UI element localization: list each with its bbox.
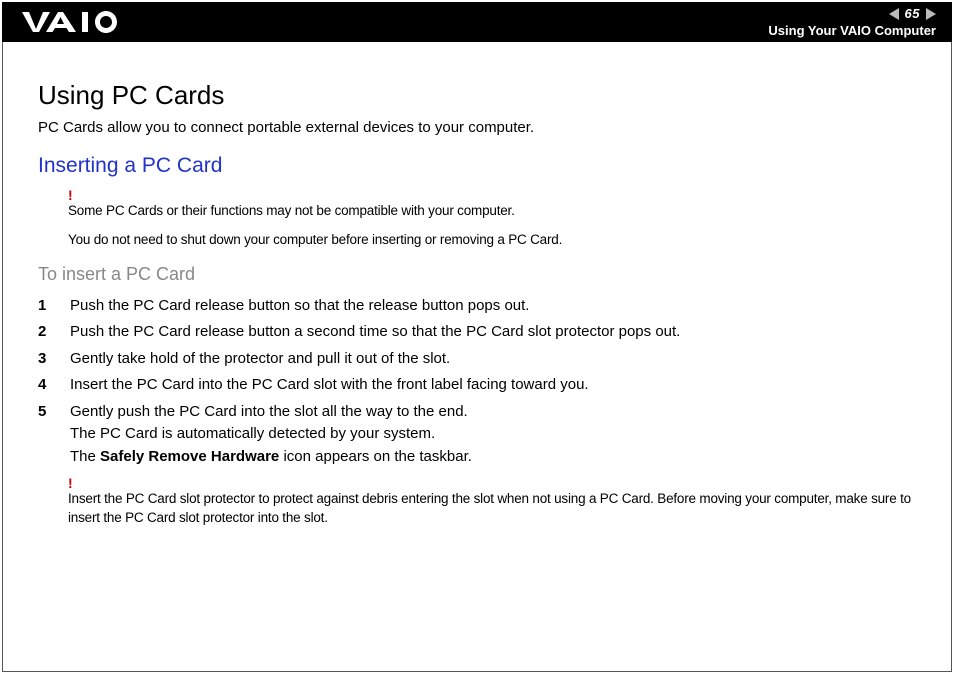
step-text: Gently push the PC Card into the slot al… bbox=[70, 403, 468, 420]
vaio-logo bbox=[22, 11, 132, 33]
step-text: Push the PC Card release button a second… bbox=[70, 323, 680, 340]
page-navigator: 65 bbox=[889, 6, 936, 21]
list-item: Insert the PC Card into the PC Card slot… bbox=[38, 374, 916, 397]
step-text: The Safely Remove Hardware icon appears … bbox=[70, 446, 916, 469]
prev-page-arrow-icon[interactable] bbox=[889, 8, 899, 20]
list-item: Push the PC Card release button a second… bbox=[38, 321, 916, 344]
list-item: Push the PC Card release button so that … bbox=[38, 295, 916, 318]
page-number: 65 bbox=[901, 6, 924, 21]
procedure-steps: Push the PC Card release button so that … bbox=[38, 295, 916, 469]
next-page-arrow-icon[interactable] bbox=[926, 8, 936, 20]
bold-term: Safely Remove Hardware bbox=[100, 448, 279, 465]
list-item: Gently take hold of the protector and pu… bbox=[38, 348, 916, 371]
step-text: Gently take hold of the protector and pu… bbox=[70, 350, 450, 367]
section-label: Using Your VAIO Computer bbox=[768, 23, 936, 38]
list-item: Gently push the PC Card into the slot al… bbox=[38, 401, 916, 469]
header-right: 65 Using Your VAIO Computer bbox=[768, 6, 936, 38]
step-text: The PC Card is automatically detected by… bbox=[70, 423, 916, 446]
page-header: 65 Using Your VAIO Computer bbox=[2, 2, 952, 42]
step-text: Push the PC Card release button so that … bbox=[70, 297, 529, 314]
step-text: Insert the PC Card into the PC Card slot… bbox=[70, 376, 589, 393]
